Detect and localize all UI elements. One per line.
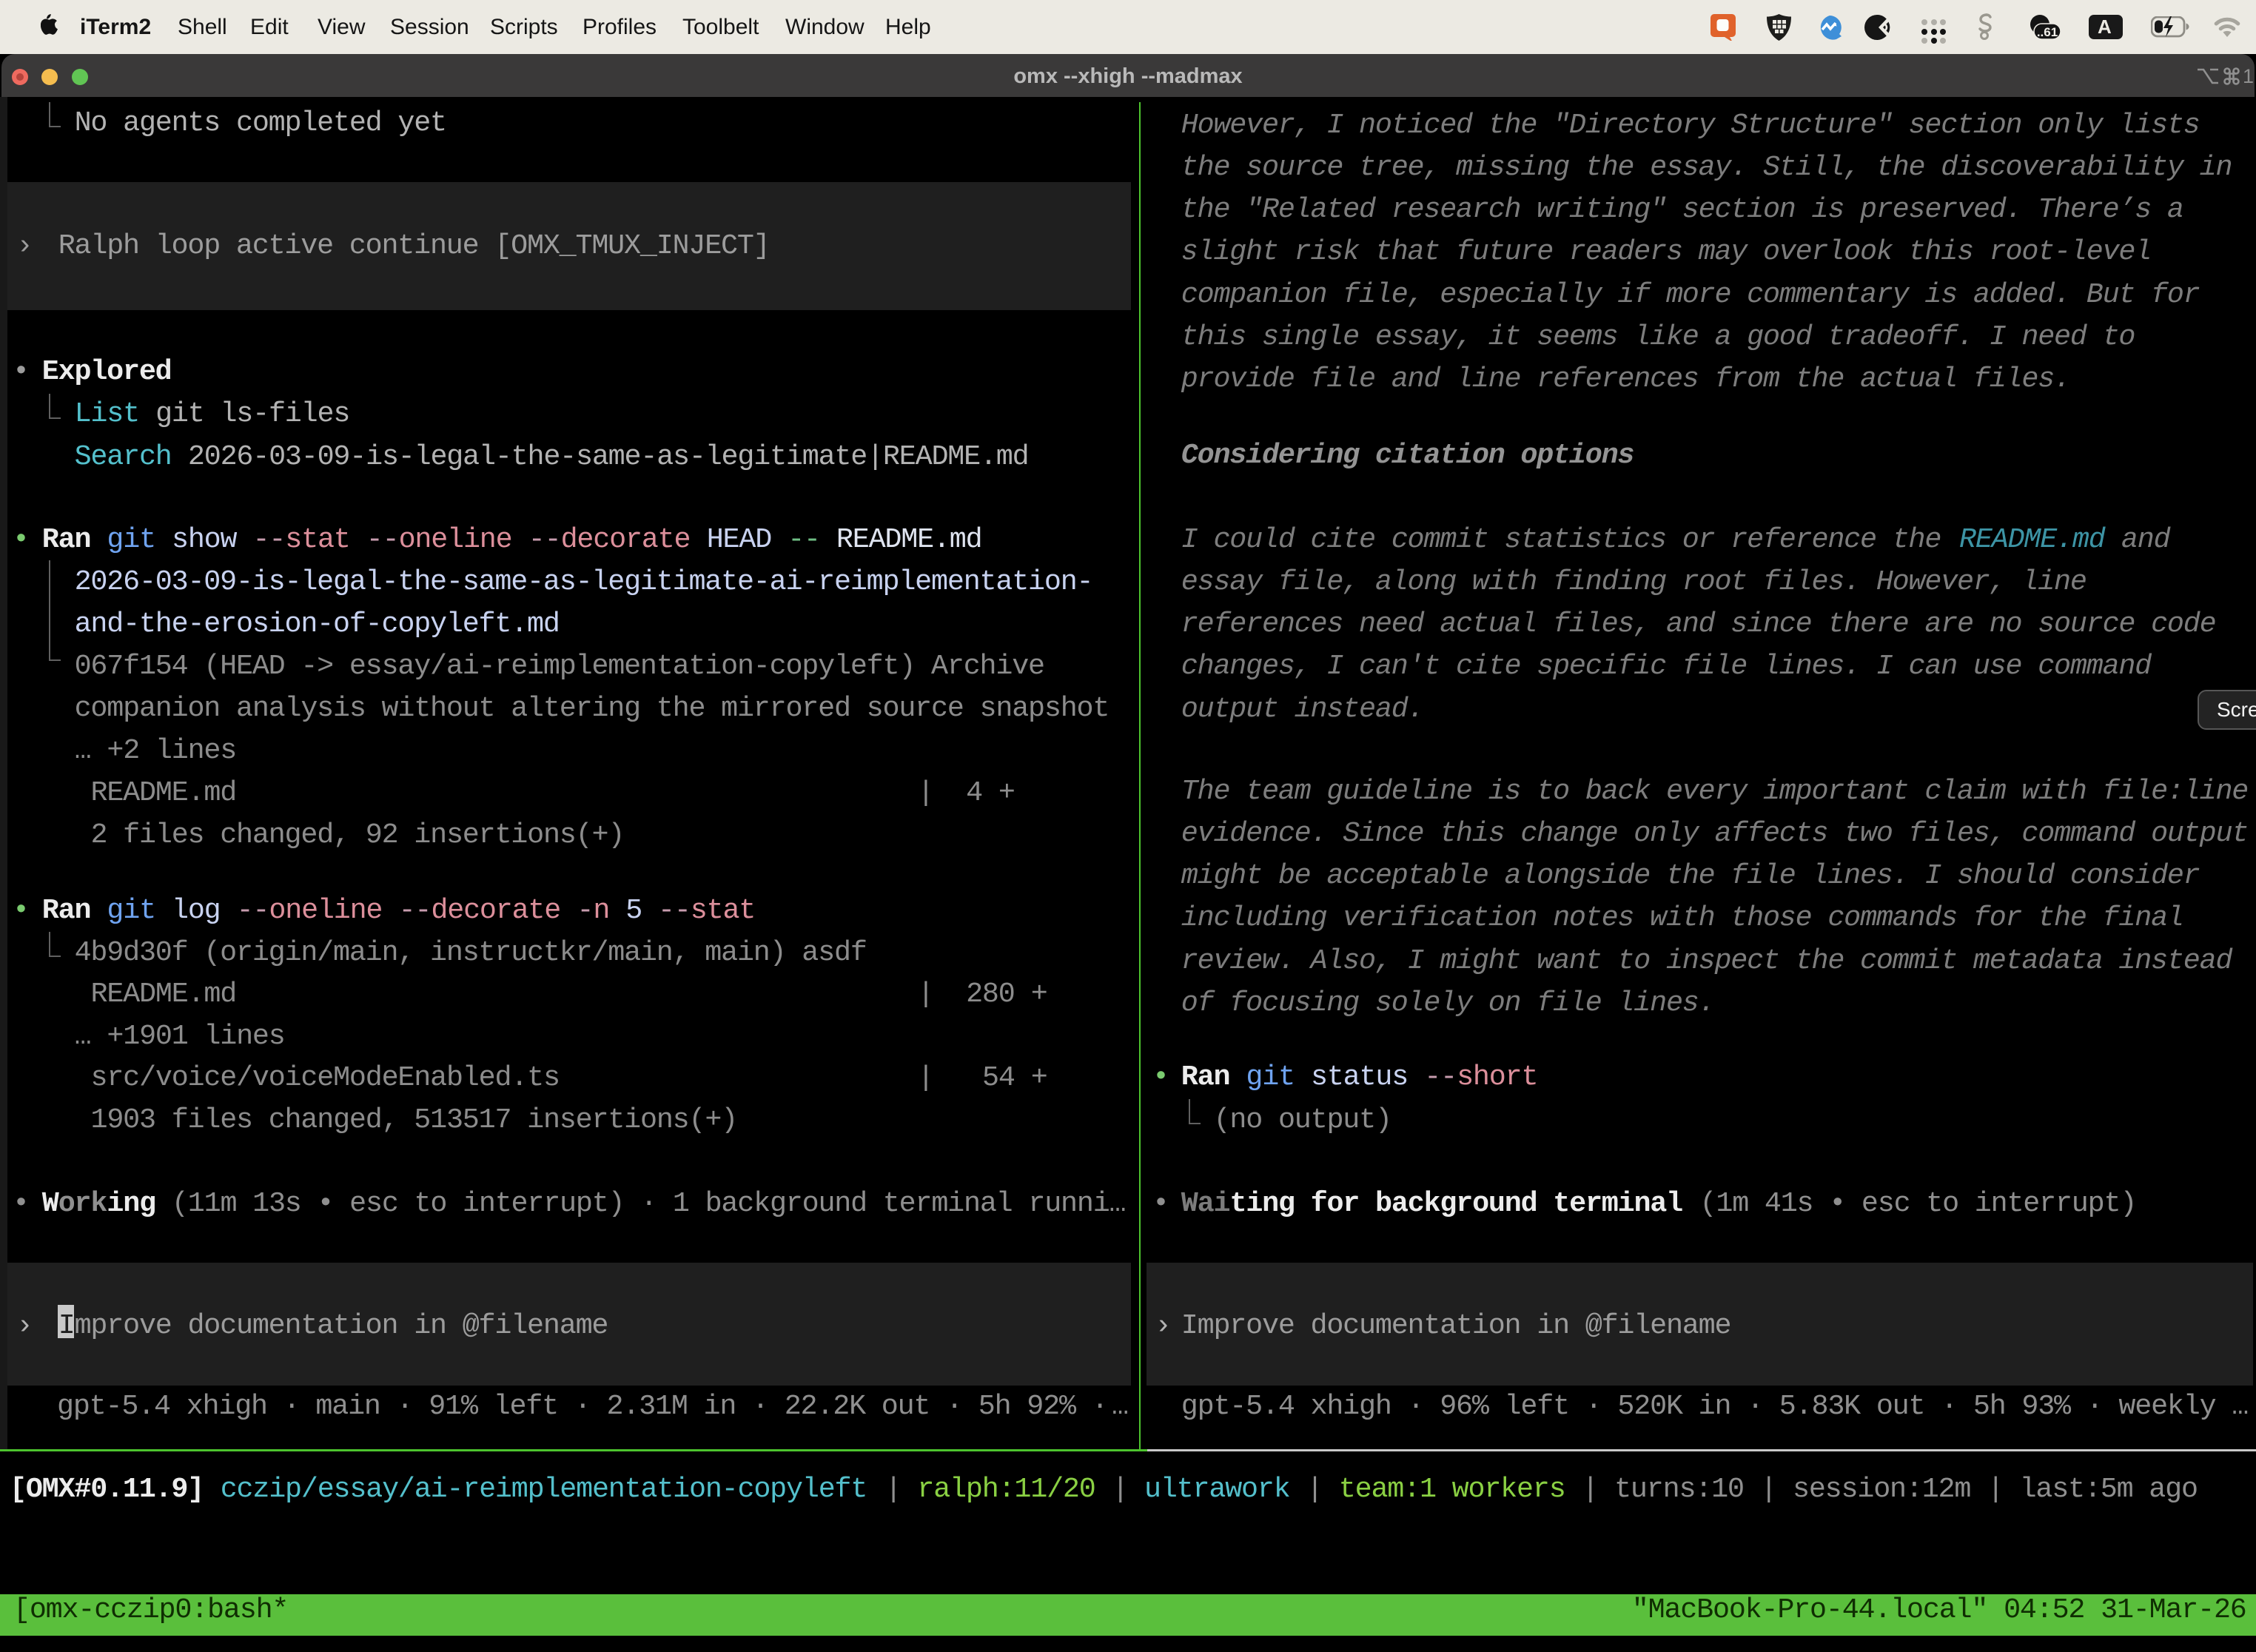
svg-text:1: 1 [2243,65,2253,87]
svg-text:..61: ..61 [2037,25,2058,39]
